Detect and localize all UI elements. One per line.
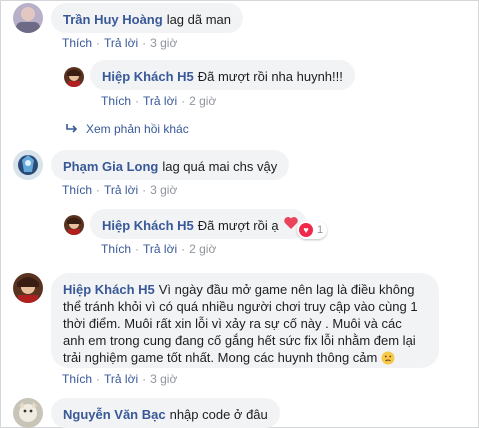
reply-link[interactable]: Trả lời xyxy=(104,36,138,50)
separator-dot: · xyxy=(181,242,186,256)
comment-bubble: Phạm Gia Long lag quá mai chs vậy xyxy=(51,150,290,180)
separator-dot: · xyxy=(181,94,186,108)
timestamp[interactable]: 2 giờ xyxy=(189,242,216,256)
confused-face-emoji-icon xyxy=(381,351,395,369)
comment-bubble: Hiệp Khách H5 Vì ngày đầu mở game nên lag… xyxy=(51,273,439,368)
timestamp[interactable]: 3 giờ xyxy=(150,372,177,386)
separator-dot: · xyxy=(96,36,101,50)
like-link[interactable]: Thích xyxy=(62,36,92,50)
comment-text: Đã mượt rồi ạ xyxy=(197,218,279,233)
comment-actions: Thích · Trả lời · 3 giờ xyxy=(62,36,177,50)
commenter-name[interactable]: Hiệp Khách H5 xyxy=(63,282,155,297)
separator-dot: · xyxy=(142,36,147,50)
comment-actions: Thích · Trả lời · 3 giờ xyxy=(62,372,177,386)
reply-link[interactable]: Trả lời xyxy=(104,183,138,197)
separator-dot: · xyxy=(142,183,147,197)
reply-bubble: Hiệp Khách H5 Đã mượt rồi nha huynh!!! xyxy=(90,60,355,90)
comment-actions: Thích · Trả lời · 3 giờ xyxy=(62,183,177,197)
avatar-pham-gia-long[interactable] xyxy=(13,150,43,180)
avatar-nguyen-van-bac[interactable] xyxy=(13,398,43,428)
reaction-count: 1 xyxy=(317,224,324,236)
avatar-tran-huy-hoang[interactable] xyxy=(13,3,43,33)
separator-dot: · xyxy=(135,242,140,256)
timestamp[interactable]: 2 giờ xyxy=(189,94,216,108)
commenter-name[interactable]: Hiệp Khách H5 xyxy=(102,218,194,233)
separator-dot: · xyxy=(142,372,147,386)
reply-link[interactable]: Trả lời xyxy=(104,372,138,386)
reaction-count-badge[interactable]: ♥ 1 xyxy=(297,221,328,239)
comment-text: Đã mượt rồi nha huynh!!! xyxy=(197,69,343,84)
avatar-hiep-khach-h5[interactable] xyxy=(64,215,84,235)
reply-link[interactable]: Trả lời xyxy=(143,242,177,256)
view-more-replies-link[interactable]: Xem phản hồi khác xyxy=(66,122,189,136)
avatar-hiep-khach-h5[interactable] xyxy=(64,67,84,87)
like-link[interactable]: Thích xyxy=(101,94,131,108)
like-link[interactable]: Thích xyxy=(62,372,92,386)
separator-dot: · xyxy=(96,183,101,197)
comment-text: lag dã man xyxy=(166,12,232,27)
separator-dot: · xyxy=(135,94,140,108)
comment-actions: Thích · Trả lời · 2 giờ xyxy=(101,242,216,256)
timestamp[interactable]: 3 giờ xyxy=(150,36,177,50)
reply-link[interactable]: Trả lời xyxy=(143,94,177,108)
love-reaction-icon: ♥ xyxy=(299,223,313,237)
commenter-name[interactable]: Nguyễn Văn Bạc xyxy=(63,407,166,422)
commenter-name[interactable]: Phạm Gia Long xyxy=(63,159,158,174)
separator-dot: · xyxy=(96,372,101,386)
comment-text: lag quá mai chs vậy xyxy=(162,159,278,174)
avatar-hiep-khach-h5[interactable] xyxy=(13,273,43,303)
reply-arrow-icon xyxy=(66,122,80,136)
like-link[interactable]: Thích xyxy=(101,242,131,256)
commenter-name[interactable]: Trần Huy Hoàng xyxy=(63,12,163,27)
comment-text: nhập code ở đâu xyxy=(169,407,268,422)
like-link[interactable]: Thích xyxy=(62,183,92,197)
comment-bubble: Nguyễn Văn Bạc nhập code ở đâu xyxy=(51,398,280,428)
reply-bubble: Hiệp Khách H5 Đã mượt rồi ạ xyxy=(90,209,307,239)
timestamp[interactable]: 3 giờ xyxy=(150,183,177,197)
view-more-replies-label[interactable]: Xem phản hồi khác xyxy=(86,122,189,136)
commenter-name[interactable]: Hiệp Khách H5 xyxy=(102,69,194,84)
comment-bubble: Trần Huy Hoàng lag dã man xyxy=(51,3,244,33)
comment-actions: Thích · Trả lời · 2 giờ xyxy=(101,94,216,108)
